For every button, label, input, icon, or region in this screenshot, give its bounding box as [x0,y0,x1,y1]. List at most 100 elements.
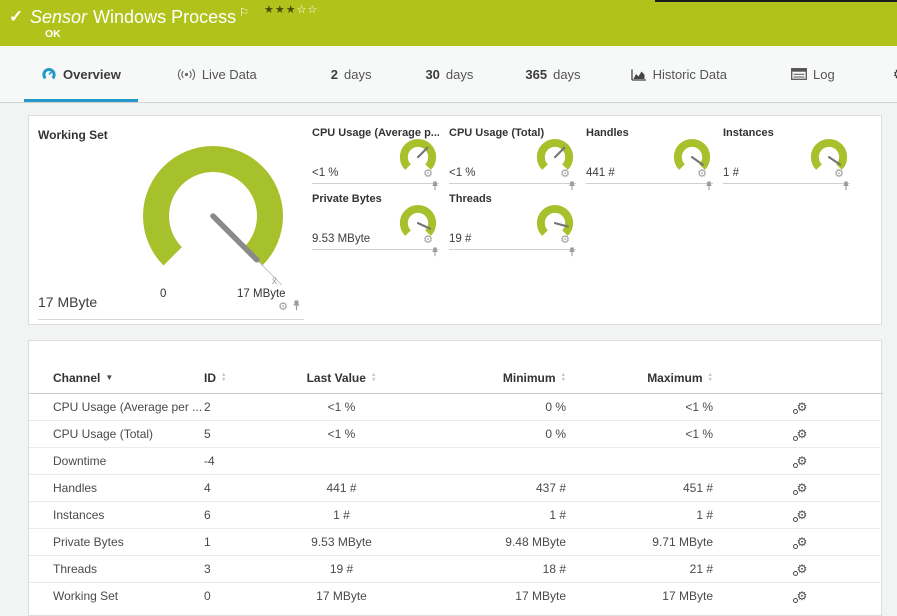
tab-historic-data[interactable]: Historic Data [614,46,744,102]
status-badge: OK [45,28,61,40]
channel-row: Instances 6 1 # 1 # 1 # ⚙ [29,500,883,528]
column-header-id[interactable]: ID ▲ ▼ [204,363,299,394]
last-value-cell: 9.53 MByte [299,527,384,555]
channel-name-cell: Instances [29,500,204,528]
pin-icon[interactable] [292,298,301,316]
sort-icon: ▲ ▼ [707,372,713,383]
gauge-current-value: 9.53 MByte [312,233,371,245]
channel-settings-icon[interactable]: ⚙ [792,401,807,414]
channel-settings-icon[interactable]: ⚙ [792,509,807,522]
tab-settings[interactable]: ⚙ Settings [876,46,897,102]
channel-settings-icon[interactable]: ⚙ [792,563,807,576]
maximum-cell: 1 # [574,500,721,528]
tab-2-days[interactable]: 2 days [314,46,389,102]
channel-gear-icon[interactable]: ⚙ [560,235,570,246]
tab-live-data[interactable]: Live Data [160,46,274,102]
last-value-cell: 17 MByte [299,581,384,609]
tab-label: Log [812,66,835,82]
sensor-type-label: Sensor [30,7,88,27]
tab-log[interactable]: Log [774,46,852,102]
channel-row: Private Bytes 1 9.53 MByte 9.48 MByte 9.… [29,527,883,555]
mini-gauge-cell: CPU Usage (Total) <1 % ⚙ [449,123,576,191]
gauge-current-value: 1 # [723,167,739,179]
mean-marker: x̄ [272,276,277,287]
tab-label: Overview [63,66,121,82]
prtg-sensor-page: { "colors": { "header_green": "#b1c31a",… [0,0,897,616]
tab-label: days [553,66,581,82]
channel-name-cell: Private Bytes [29,527,204,555]
gauges-panel: Working Set x̄ 0 17 MByte 17 MByte ⚙ CPU… [28,115,882,325]
gauge-current-value: <1 % [312,167,339,179]
channel-gear-icon[interactable]: ⚙ [834,169,844,180]
top-edge-line [655,0,897,2]
gauge-icon [41,67,57,81]
column-header-tools [721,363,883,394]
flag-icon[interactable]: ⚐ [239,7,249,19]
last-value-cell [299,446,384,474]
channel-row: CPU Usage (Total) 5 <1 % 0 % <1 % ⚙ [29,419,883,447]
channel-name-cell: Handles [29,473,204,501]
gauge-current-value: 19 # [449,233,472,245]
channel-gear-icon[interactable]: ⚙ [278,301,288,313]
channel-gear-icon[interactable]: ⚙ [423,169,433,180]
maximum-cell: <1 % [574,419,721,447]
last-value-cell: <1 % [299,419,384,447]
minimum-cell: 0 % [384,419,574,447]
mini-gauge-cell: Instances 1 # ⚙ [723,123,850,191]
channel-id-cell: -4 [204,446,299,474]
column-header-channel[interactable]: Channel ▼ [29,363,204,394]
maximum-cell: 21 # [574,554,721,582]
channel-settings-icon[interactable]: ⚙ [792,455,807,468]
channel-row: CPU Usage (Average per ... 2 <1 % 0 % <1… [29,393,883,420]
channel-settings-icon[interactable]: ⚙ [792,428,807,441]
column-header-last-value[interactable]: Last Value ▲ ▼ [299,363,384,394]
maximum-cell: 17 MByte [574,581,721,609]
channel-name-cell: Working Set [29,581,204,609]
channel-id-cell: 1 [204,527,299,555]
maximum-cell [574,446,721,474]
gauge-current-value: 17 MByte [38,294,98,310]
gauge-current-value: 441 # [586,167,615,179]
tab-bar: Overview Live Data 2 days 30 days 365 da… [0,46,897,103]
channel-id-cell: 5 [204,419,299,447]
area-chart-icon [630,68,647,81]
channel-settings-icon[interactable]: ⚙ [792,590,807,603]
sensor-title: Sensor Windows Process ⚐ [30,6,249,28]
minimum-cell: 0 % [545,399,566,414]
channel-gear-icon[interactable]: ⚙ [423,235,433,246]
column-header-minimum[interactable]: Minimum ▲ ▼ [384,363,574,394]
tab-365-days[interactable]: 365 days [508,46,597,102]
priority-stars[interactable]: ★★★☆☆ [264,3,318,16]
channel-settings-icon[interactable]: ⚙ [792,536,807,549]
gauge-scale-min: 0 [160,288,167,300]
star-filled-icon[interactable]: ★ [275,4,286,16]
channel-settings-icon[interactable]: ⚙ [792,482,807,495]
gear-icon: ⚙ [893,66,897,83]
mini-gauge-cell: Handles 441 # ⚙ [586,123,713,191]
tab-30-days[interactable]: 30 days [408,46,490,102]
maximum-cell: 9.71 MByte [574,527,721,555]
sort-icon: ▲ ▼ [370,372,377,383]
tab-label: Historic Data [652,66,727,82]
star-filled-icon[interactable]: ★ [264,4,275,16]
tab-overview[interactable]: Overview [24,46,138,102]
sort-icon: ▲ ▼ [560,372,566,383]
star-empty-icon[interactable]: ☆ [297,4,308,16]
channel-row: Working Set 0 17 MByte 17 MByte 17 MByte… [29,581,883,609]
column-header-maximum[interactable]: Maximum ▲ ▼ [574,363,721,394]
channel-id-cell: 3 [204,554,299,582]
star-empty-icon[interactable]: ☆ [308,4,319,16]
gauge-title: Working Set [38,128,108,142]
primary-gauge-working-set: Working Set x̄ 0 17 MByte 17 MByte ⚙ [29,116,312,324]
last-value-cell: <1 % [327,399,356,414]
channel-id-cell: 4 [204,473,299,501]
channel-gear-icon[interactable]: ⚙ [697,169,707,180]
channel-id-cell: 6 [204,500,299,528]
sort-desc-icon: ▼ [105,373,114,383]
channel-name-cell: CPU Usage (Total) [29,419,204,447]
star-filled-icon[interactable]: ★ [286,4,297,16]
channel-row: Downtime -4 ⚙ [29,446,883,474]
channel-id-cell: 0 [204,581,299,609]
table-header-row: Channel ▼ ID ▲ ▼ Last Value ▲ ▼ Minimum ▲ ▼ Max… [29,363,883,394]
channel-gear-icon[interactable]: ⚙ [560,169,570,180]
